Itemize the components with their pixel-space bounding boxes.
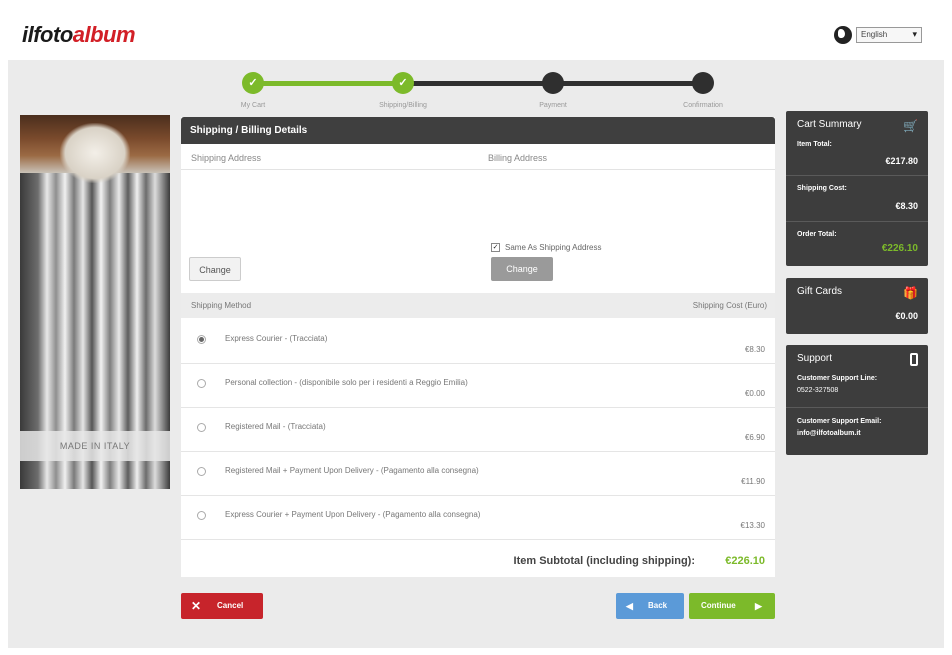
order-total-label: Order Total:: [797, 231, 837, 238]
support-email-value[interactable]: info@ilfotoalbum.it: [797, 430, 861, 437]
arrow-right-icon: ▶: [755, 601, 762, 611]
globe-icon: [834, 26, 852, 44]
shipping-option-label: Registered Mail - (Tracciata): [225, 422, 326, 431]
step-label-cart: My Cart: [240, 102, 266, 109]
gift-cards-value: €0.00: [895, 311, 918, 321]
shipping-option-cost: €0.00: [744, 389, 765, 398]
support-email-label: Customer Support Email:: [797, 418, 882, 425]
details-panel: Shipping / Billing Details Shipping Addr…: [181, 117, 775, 577]
shipping-address-label: Shipping Address: [191, 153, 262, 163]
change-billing-button[interactable]: Change: [491, 257, 553, 281]
item-subtotal-label: Item Subtotal (including shipping):: [513, 555, 695, 567]
billing-address-label: Billing Address: [488, 153, 548, 163]
details-title: Shipping / Billing Details: [181, 117, 775, 144]
item-total-value: €217.80: [885, 156, 918, 166]
shipping-option-cost: €11.90: [741, 477, 765, 486]
checkout-progress: ✓ ✓ My Cart Shipping/Billing Payment Con…: [241, 72, 723, 112]
page-frame: ilfotoalbum English ✓ ✓ My Cart Shipping…: [8, 8, 944, 648]
phone-icon: [910, 353, 918, 366]
order-total-value: €226.10: [881, 243, 918, 254]
shipping-option-radio[interactable]: [197, 511, 206, 520]
product-image: MADE IN ITALY: [20, 115, 170, 489]
shipping-option-label: Express Courier + Payment Upon Delivery …: [225, 510, 481, 519]
step-dot-cart: ✓: [242, 72, 264, 94]
continue-button[interactable]: Continue ▶: [689, 593, 775, 619]
same-as-shipping-row: ✓ Same As Shipping Address: [491, 243, 602, 252]
shipping-option[interactable]: Registered Mail + Payment Upon Delivery …: [181, 452, 775, 496]
shipping-cost-value: €8.30: [895, 201, 918, 211]
same-as-shipping-checkbox[interactable]: ✓: [491, 243, 500, 252]
progress-line-done: [253, 81, 403, 86]
shipping-cost-header-label: Shipping Cost (Euro): [692, 301, 767, 310]
shipping-option-cost: €13.30: [740, 521, 765, 530]
step-label-payment: Payment: [539, 102, 567, 109]
language-selector: English: [834, 26, 922, 44]
divider: [181, 169, 775, 170]
shipping-option[interactable]: Express Courier - (Tracciata) €8.30: [181, 320, 775, 364]
shipping-method-header-label: Shipping Method: [191, 301, 252, 310]
divider: [786, 221, 928, 222]
item-subtotal: Item Subtotal (including shipping): €226…: [181, 549, 775, 573]
step-label-shipping: Shipping/Billing: [379, 102, 427, 109]
shipping-option-radio[interactable]: [197, 467, 206, 476]
gift-cards-title: Gift Cards: [797, 286, 843, 297]
back-button-label: Back: [648, 601, 668, 610]
logo-text-part1: ilfoto: [22, 22, 73, 47]
continue-button-label: Continue: [701, 601, 736, 610]
shipping-option[interactable]: Personal collection - (disponibile solo …: [181, 364, 775, 408]
shipping-option-label: Express Courier - (Tracciata): [225, 334, 328, 343]
shipping-option-radio[interactable]: [197, 379, 206, 388]
shipping-option-label: Registered Mail + Payment Upon Delivery …: [225, 466, 479, 475]
step-dot-payment: [542, 72, 564, 94]
step-label-confirmation: Confirmation: [683, 102, 723, 109]
arrow-left-icon: ◀: [626, 601, 633, 611]
divider: [786, 175, 928, 176]
divider: [786, 407, 928, 408]
item-subtotal-value: €226.10: [725, 555, 765, 567]
shipping-option-cost: €6.90: [744, 433, 765, 442]
support-panel: Support Customer Support Line: 0522-3275…: [786, 345, 928, 455]
shipping-option[interactable]: Express Courier + Payment Upon Delivery …: [181, 496, 775, 540]
made-in-italy-label: MADE IN ITALY: [20, 431, 170, 461]
support-title: Support: [797, 353, 833, 364]
cart-summary-panel: Cart Summary 🛒 Item Total: €217.80 Shipp…: [786, 111, 928, 266]
support-line-value: 0522-327508: [797, 387, 839, 394]
shipping-option[interactable]: Registered Mail - (Tracciata) €6.90: [181, 408, 775, 452]
cart-icon: 🛒: [903, 119, 918, 133]
header-bar: ilfotoalbum English: [8, 8, 944, 60]
change-shipping-button[interactable]: Change: [189, 257, 241, 281]
same-as-shipping-label: Same As Shipping Address: [505, 243, 602, 252]
product-image-spine: [60, 123, 130, 183]
shipping-cost-label: Shipping Cost:: [797, 185, 847, 192]
shipping-option-label: Personal collection - (disponibile solo …: [225, 378, 468, 387]
cancel-button-label: Cancel: [217, 601, 244, 610]
close-icon: ✕: [191, 599, 202, 613]
shipping-option-radio[interactable]: [197, 335, 206, 344]
step-dot-confirmation: [692, 72, 714, 94]
gift-icon: 🎁: [903, 286, 918, 300]
item-total-label: Item Total:: [797, 141, 832, 148]
site-logo[interactable]: ilfotoalbum: [22, 22, 136, 48]
shipping-option-radio[interactable]: [197, 423, 206, 432]
cart-summary-title: Cart Summary: [797, 119, 862, 130]
shipping-method-header: Shipping Method Shipping Cost (Euro): [181, 293, 775, 318]
cancel-button[interactable]: ✕ Cancel: [181, 593, 263, 619]
shipping-option-cost: €8.30: [744, 345, 765, 354]
step-dot-shipping: ✓: [392, 72, 414, 94]
logo-text-part2: album: [72, 22, 136, 47]
language-dropdown[interactable]: English: [856, 27, 922, 43]
gift-cards-panel: Gift Cards 🎁 €0.00: [786, 278, 928, 334]
support-line-label: Customer Support Line:: [797, 375, 878, 382]
back-button[interactable]: ◀ Back: [616, 593, 684, 619]
